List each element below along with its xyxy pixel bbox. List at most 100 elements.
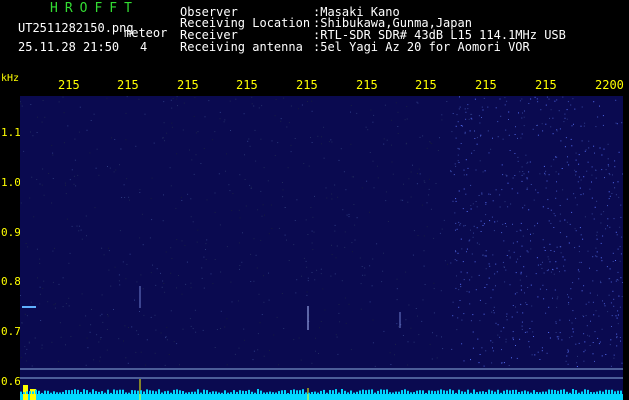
noise-dot <box>170 272 172 274</box>
noise-dot <box>320 321 322 322</box>
signal-level-bar <box>518 392 520 394</box>
noise-dot <box>118 280 120 282</box>
noise-dot <box>609 278 611 279</box>
noise-dot <box>504 104 506 106</box>
noise-dot <box>131 326 133 328</box>
signal-level-bar <box>80 392 82 394</box>
noise-dot <box>270 204 272 206</box>
noise-dot <box>54 303 56 305</box>
signal-level-bar <box>131 390 133 394</box>
signal-level-bar <box>227 392 229 394</box>
noise-dot <box>66 218 68 220</box>
noise-dot <box>429 343 431 345</box>
noise-dot <box>470 113 472 115</box>
noise-dot <box>282 196 284 198</box>
noise-dot <box>253 350 255 352</box>
noise-dot <box>281 293 283 294</box>
noise-dot <box>617 248 619 250</box>
noise-dot <box>210 273 212 275</box>
noise-dot <box>459 106 461 108</box>
noise-dot <box>460 286 462 288</box>
noise-dot <box>398 326 399 328</box>
noise-dot <box>617 323 619 325</box>
noise-dot <box>472 236 474 238</box>
noise-dot <box>530 233 531 235</box>
noise-dot <box>176 343 178 345</box>
noise-dot <box>166 326 168 328</box>
noise-dot <box>455 137 457 139</box>
noise-dot <box>450 262 452 264</box>
noise-dot <box>41 344 43 346</box>
noise-dot <box>460 271 462 273</box>
noise-dot <box>396 323 398 325</box>
noise-dot <box>306 291 308 293</box>
noise-dot <box>476 137 478 139</box>
noise-dot <box>338 159 340 161</box>
noise-dot <box>164 364 166 366</box>
signal-level-bar <box>341 389 343 394</box>
noise-dot <box>559 220 561 222</box>
noise-dot <box>514 153 516 154</box>
noise-dot <box>325 187 327 189</box>
noise-dot <box>619 246 621 248</box>
file-name: UT2511282150.png <box>18 21 134 35</box>
noise-dot <box>389 352 391 354</box>
noise-dot <box>86 129 88 131</box>
signal-level-bar <box>218 392 220 394</box>
noise-dot <box>79 324 81 326</box>
noise-dot <box>21 322 23 324</box>
noise-dot <box>608 191 610 193</box>
signal-level-bar <box>470 392 472 394</box>
noise-dot <box>612 182 614 184</box>
noise-dot <box>593 218 595 220</box>
signal-level-bar <box>545 391 547 394</box>
noise-dot <box>63 142 65 144</box>
noise-dot <box>567 156 568 158</box>
noise-dot <box>499 194 501 196</box>
signal-level-bar <box>35 389 37 394</box>
noise-dot <box>479 160 481 162</box>
noise-dot <box>564 146 566 148</box>
noise-dot <box>33 216 35 218</box>
noise-dot <box>470 184 472 186</box>
noise-dot <box>214 211 216 213</box>
noise-dot <box>336 245 338 247</box>
noise-dot <box>555 261 557 263</box>
noise-dot <box>524 292 525 294</box>
noise-dot <box>350 349 352 351</box>
signal-level-bar <box>422 390 424 394</box>
noise-dot <box>362 274 364 276</box>
noise-dot <box>484 287 486 288</box>
noise-dot <box>608 165 610 167</box>
noise-dot <box>602 300 603 302</box>
signal-level-bar <box>149 390 151 394</box>
noise-dot <box>616 279 618 280</box>
signal-level-bar <box>74 389 76 394</box>
noise-dot <box>485 255 487 257</box>
noise-dot <box>534 225 536 227</box>
noise-dot <box>601 355 603 357</box>
noise-dot <box>354 239 356 241</box>
noise-dot <box>460 125 462 126</box>
noise-dot <box>523 116 525 118</box>
noise-dot <box>555 322 557 324</box>
noise-dot <box>331 141 333 143</box>
noise-dot <box>421 204 423 206</box>
noise-dot <box>473 225 475 227</box>
noise-dot <box>306 294 308 296</box>
noise-dot <box>323 126 325 128</box>
signal-level-bar <box>284 390 286 394</box>
noise-dot <box>381 281 383 283</box>
noise-dot <box>405 319 407 321</box>
noise-dot <box>308 314 310 316</box>
noise-dot <box>567 363 569 365</box>
noise-dot <box>570 104 572 106</box>
noise-dot <box>468 118 470 120</box>
app-brand: HROFFT <box>50 1 139 16</box>
noise-dot <box>180 196 182 198</box>
noise-dot <box>568 296 570 298</box>
noise-dot <box>567 294 568 296</box>
noise-dot <box>575 159 577 161</box>
noise-dot <box>541 350 543 352</box>
signal-level-bar <box>272 392 274 394</box>
